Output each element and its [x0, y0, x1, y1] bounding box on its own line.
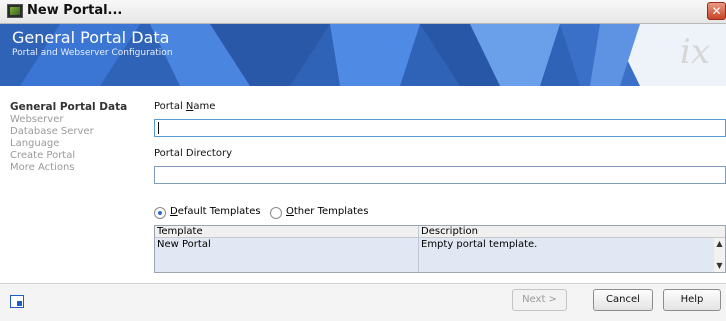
cancel-button[interactable]: Cancel: [593, 289, 653, 311]
window-title: New Portal...: [27, 3, 123, 18]
save-window-icon[interactable]: [10, 295, 24, 308]
step-create-portal: Create Portal: [10, 150, 76, 161]
table-scrollbar[interactable]: ▲ ▼: [714, 238, 725, 272]
wizard-steps: General Portal Data Webserver Database S…: [10, 101, 127, 174]
help-button[interactable]: Help: [663, 289, 721, 311]
app-icon: [7, 4, 23, 18]
portal-directory-label: Portal Directory: [154, 148, 232, 159]
portal-name-label: Portal Name: [154, 101, 216, 112]
template-cell[interactable]: New Portal: [155, 239, 417, 251]
header-banner: General Portal Data Portal and Webserver…: [0, 24, 726, 86]
other-templates-radio[interactable]: [270, 207, 282, 219]
default-templates-label[interactable]: Default Templates: [170, 206, 261, 217]
scroll-down-icon[interactable]: ▼: [714, 260, 725, 272]
templates-table[interactable]: Template Description New Portal Empty po…: [154, 225, 726, 273]
ix-logo: ix: [680, 32, 711, 72]
portal-name-input[interactable]: [154, 119, 726, 137]
column-header-description[interactable]: Description: [419, 226, 725, 238]
close-icon: ✕: [711, 4, 722, 18]
scroll-up-icon[interactable]: ▲: [714, 238, 725, 250]
step-more-actions: More Actions: [10, 162, 75, 173]
description-cell[interactable]: Empty portal template.: [419, 239, 711, 251]
title-bar: New Portal... ✕: [0, 0, 726, 24]
default-templates-radio[interactable]: [154, 207, 166, 219]
next-button[interactable]: Next >: [512, 289, 567, 311]
other-templates-label[interactable]: Other Templates: [286, 206, 368, 217]
close-button[interactable]: ✕: [707, 2, 726, 20]
banner-subtitle: Portal and Webserver Configuration: [12, 48, 173, 58]
step-webserver: Webserver: [10, 114, 64, 125]
text-caret: [158, 122, 159, 134]
column-header-template[interactable]: Template: [155, 226, 418, 238]
portal-directory-input[interactable]: [154, 166, 726, 184]
step-general-portal-data: General Portal Data: [10, 101, 128, 113]
step-language: Language: [10, 138, 60, 149]
banner-title: General Portal Data: [12, 28, 170, 47]
step-database-server: Database Server: [10, 126, 94, 137]
